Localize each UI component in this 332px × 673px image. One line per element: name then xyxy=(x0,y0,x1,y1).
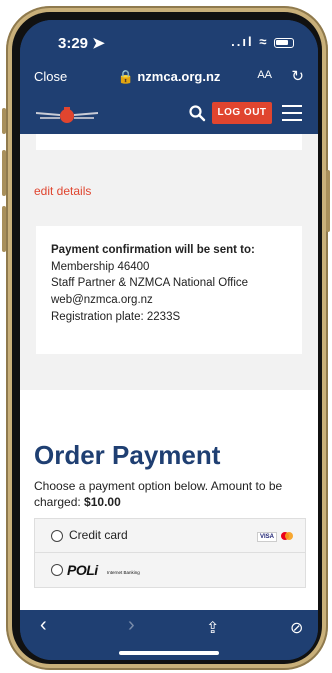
confirmation-line: Registration plate: 2233S xyxy=(51,310,181,323)
confirmation-line: Staff Partner & NZMCA National Office xyxy=(51,277,249,290)
status-icons: ..ıl ≈ xyxy=(231,34,294,49)
text-size-button[interactable]: AA xyxy=(257,69,272,81)
power-button xyxy=(326,170,330,232)
logout-button[interactable]: LOG OUT xyxy=(212,102,272,124)
nzmca-logo[interactable] xyxy=(34,104,100,126)
compass-icon[interactable]: ⊘ xyxy=(290,618,303,638)
order-description: Choose a payment option below. Amount to… xyxy=(34,478,304,510)
volume-up-button xyxy=(2,150,6,196)
order-payment-section: Order Payment Choose a payment option be… xyxy=(20,390,318,610)
visa-logo: VISA xyxy=(257,532,278,542)
mute-switch xyxy=(2,108,6,134)
payment-option-credit-card[interactable]: Credit card VISA xyxy=(35,519,305,553)
url-field[interactable]: 🔒 nzmca.org.nz xyxy=(20,69,318,85)
site-header: LOG OUT xyxy=(20,94,318,134)
credit-card-label: Credit card xyxy=(69,528,128,542)
poli-logo: POLi xyxy=(67,562,98,578)
forward-icon[interactable]: › xyxy=(128,614,135,637)
hamburger-menu-icon[interactable] xyxy=(282,105,302,121)
confirmation-heading: Payment confirmation will be sent to: xyxy=(51,244,255,256)
status-time: 3:29 ➤ xyxy=(58,35,105,52)
signal-wifi-icon: ..ıl ≈ xyxy=(231,34,269,49)
browser-top-bar: Close 🔒 nzmca.org.nz AA ↻ xyxy=(20,60,318,94)
search-icon[interactable] xyxy=(188,104,206,122)
confirmation-line: Membership 46400 xyxy=(51,260,150,273)
poli-radio[interactable] xyxy=(51,564,63,576)
poli-subtitle: Internet Banking xyxy=(107,570,140,575)
payment-options: Credit card VISA POLi Internet Banking xyxy=(34,518,306,588)
order-title: Order Payment xyxy=(34,440,221,470)
back-icon[interactable]: ‹ xyxy=(40,614,47,637)
details-card-bottom xyxy=(36,134,302,150)
edit-details-link[interactable]: edit details xyxy=(34,184,91,198)
share-icon[interactable]: ⇪ xyxy=(206,618,219,638)
credit-card-radio[interactable] xyxy=(51,530,63,542)
reload-icon[interactable]: ↻ xyxy=(291,67,304,85)
order-amount: $10.00 xyxy=(84,495,121,510)
page-content: edit details Payment confirmation will b… xyxy=(20,134,318,610)
volume-down-button xyxy=(2,206,6,252)
payment-option-poli[interactable]: POLi Internet Banking xyxy=(35,553,305,587)
battery-icon xyxy=(274,37,294,48)
order-description-text: Choose a payment option below. Amount to… xyxy=(34,479,283,510)
mastercard-icon xyxy=(281,532,293,540)
home-indicator xyxy=(119,651,219,655)
browser-bottom-toolbar: ‹ › ⇪ ⊘ xyxy=(20,610,318,660)
status-bar: 3:29 ➤ ..ıl ≈ xyxy=(20,20,318,60)
confirmation-card: Payment confirmation will be sent to: Me… xyxy=(36,226,302,354)
screen: 3:29 ➤ ..ıl ≈ Close 🔒 nzmca.org.nz AA ↻ … xyxy=(20,20,318,660)
confirmation-line: web@nzmca.org.nz xyxy=(51,294,153,307)
